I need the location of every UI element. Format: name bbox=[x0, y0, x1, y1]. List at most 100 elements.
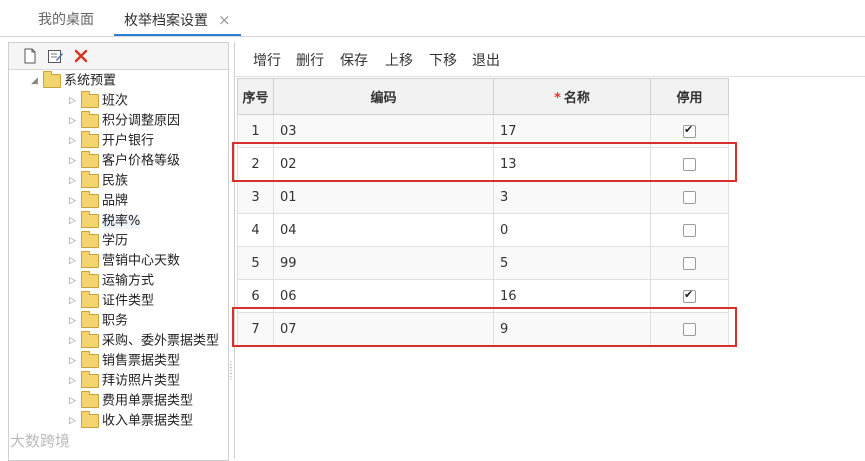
tree-node[interactable]: ▷ 收入单票据类型 bbox=[69, 411, 193, 431]
expand-triangle-icon[interactable]: ▷ bbox=[69, 191, 79, 211]
tree-node[interactable]: ▷ 证件类型 bbox=[69, 291, 154, 311]
expand-triangle-icon[interactable]: ▷ bbox=[69, 371, 79, 391]
tree-node[interactable]: ▷ 班次 bbox=[69, 91, 128, 111]
move-down-button[interactable]: 下移 bbox=[429, 50, 457, 70]
collapse-triangle-icon[interactable]: ◢ bbox=[31, 71, 41, 91]
col-header-code: 编码 bbox=[273, 78, 494, 115]
required-mark: * bbox=[554, 91, 561, 106]
folder-icon bbox=[81, 171, 99, 188]
grid-header-row: 序号 编码 * 名称 停用 bbox=[237, 78, 729, 115]
cell-code[interactable]: 04 bbox=[273, 213, 494, 247]
tab-label: 枚举档案设置 bbox=[124, 13, 208, 29]
disabled-checkbox[interactable] bbox=[683, 123, 696, 138]
expand-triangle-icon[interactable]: ▷ bbox=[69, 271, 79, 291]
cell-code[interactable]: 99 bbox=[273, 246, 494, 280]
expand-triangle-icon[interactable]: ▷ bbox=[69, 391, 79, 411]
cell-disabled bbox=[650, 246, 729, 280]
folder-icon bbox=[81, 131, 99, 148]
expand-triangle-icon[interactable]: ▷ bbox=[69, 351, 79, 371]
highlight-box-row-7 bbox=[232, 307, 737, 347]
tab-enum-archive-settings[interactable]: 枚举档案设置 × bbox=[114, 8, 241, 36]
expand-triangle-icon[interactable]: ▷ bbox=[69, 171, 79, 191]
folder-icon bbox=[81, 211, 99, 228]
table-row[interactable]: 4 04 0 bbox=[237, 213, 729, 247]
folder-icon bbox=[81, 151, 99, 168]
tab-my-desktop[interactable]: 我的桌面 bbox=[38, 8, 94, 34]
panel-splitter-handle[interactable]: ⋮ ⋮ ⋮ bbox=[227, 361, 235, 392]
cell-disabled bbox=[650, 213, 729, 247]
tree-node[interactable]: ▷ 学历 bbox=[69, 231, 128, 251]
expand-triangle-icon[interactable]: ▷ bbox=[69, 111, 79, 131]
move-up-button[interactable]: 上移 bbox=[385, 50, 413, 70]
tree-node-selected[interactable]: ▷ 税率% bbox=[69, 211, 141, 231]
folder-icon bbox=[81, 191, 99, 208]
tree-node[interactable]: ▷ 积分调整原因 bbox=[69, 111, 180, 131]
expand-triangle-icon[interactable]: ▷ bbox=[69, 411, 79, 431]
add-row-button[interactable]: 增行 bbox=[253, 50, 281, 70]
folder-icon bbox=[81, 231, 99, 248]
exit-button[interactable]: 退出 bbox=[472, 50, 500, 70]
expand-triangle-icon[interactable]: ▷ bbox=[69, 131, 79, 151]
highlight-box-row-2 bbox=[232, 142, 737, 182]
expand-triangle-icon[interactable]: ▷ bbox=[69, 251, 79, 271]
tree-node[interactable]: ▷ 客户价格等级 bbox=[69, 151, 180, 171]
col-header-name-label: 名称 bbox=[563, 91, 590, 106]
tree-node[interactable]: ▷ 采购、委外票据类型 bbox=[69, 331, 219, 351]
cell-name[interactable]: 5 bbox=[493, 246, 651, 280]
folder-icon bbox=[81, 271, 99, 288]
expand-triangle-icon[interactable]: ▷ bbox=[69, 331, 79, 351]
disabled-checkbox[interactable] bbox=[683, 256, 696, 270]
enum-grid: 序号 编码 *名称 停用 1 03 17 2 02 13 3 01 3 4 04… bbox=[237, 78, 729, 346]
edit-icon[interactable] bbox=[47, 48, 63, 64]
cell-name[interactable]: 0 bbox=[493, 213, 651, 247]
col-header-name: * 名称 bbox=[493, 78, 651, 115]
close-icon[interactable]: × bbox=[218, 11, 231, 29]
grid-toolbar: 增行 删行 保存 上移 下移 退出 bbox=[235, 42, 865, 77]
tree-node[interactable]: ▷ 职务 bbox=[69, 311, 128, 331]
grid-panel: 增行 删行 保存 上移 下移 退出 序号 编码 *名称 停用 1 03 17 2… bbox=[234, 42, 865, 459]
expand-triangle-icon[interactable]: ▷ bbox=[69, 211, 79, 231]
disabled-checkbox[interactable] bbox=[683, 190, 696, 204]
watermark: 大数跨境 bbox=[10, 432, 71, 450]
folder-icon bbox=[81, 111, 99, 128]
tree-toolbar bbox=[9, 43, 228, 70]
folder-icon bbox=[81, 391, 99, 408]
table-row[interactable]: 5 99 5 bbox=[237, 246, 729, 280]
tree-node[interactable]: ▷ 销售票据类型 bbox=[69, 351, 180, 371]
cell-code[interactable]: 01 bbox=[273, 180, 494, 214]
tree-node[interactable]: ▷ 品牌 bbox=[69, 191, 128, 211]
tree-node[interactable]: ▷ 拜访照片类型 bbox=[69, 371, 180, 391]
expand-triangle-icon[interactable]: ▷ bbox=[69, 231, 79, 251]
tree-node[interactable]: ▷ 开户银行 bbox=[69, 131, 154, 151]
expand-triangle-icon[interactable]: ▷ bbox=[69, 91, 79, 111]
disabled-checkbox[interactable] bbox=[683, 223, 696, 237]
table-row[interactable]: 3 01 3 bbox=[237, 180, 729, 214]
tree-node[interactable]: ▷ 费用单票据类型 bbox=[69, 391, 193, 411]
folder-icon bbox=[81, 311, 99, 328]
col-header-disabled: 停用 bbox=[650, 78, 729, 115]
expand-triangle-icon[interactable]: ▷ bbox=[69, 311, 79, 331]
folder-icon bbox=[81, 331, 99, 348]
save-button[interactable]: 保存 bbox=[340, 50, 368, 70]
tree-node[interactable]: ▷ 营销中心天数 bbox=[69, 251, 180, 271]
folder-open-icon bbox=[43, 71, 61, 88]
folder-icon bbox=[81, 351, 99, 368]
new-file-icon[interactable] bbox=[22, 48, 38, 64]
cell-seq: 4 bbox=[237, 213, 274, 247]
tree-node[interactable]: ▷ 民族 bbox=[69, 171, 128, 191]
tree-node-root[interactable]: ◢ 系统预置 bbox=[31, 71, 116, 91]
delete-icon[interactable] bbox=[73, 48, 89, 64]
folder-icon bbox=[81, 371, 99, 388]
tab-bar: 我的桌面 枚举档案设置 × bbox=[0, 0, 865, 37]
delete-row-button[interactable]: 删行 bbox=[296, 50, 324, 70]
cell-seq: 3 bbox=[237, 180, 274, 214]
tree-panel: ◢ 系统预置 ▷ 班次 ▷ 积分调整原因 ▷ 开户银行 ▷ 客户价格等级 ▷ 民族 ▷ 品牌 … bbox=[8, 42, 229, 461]
folder-icon bbox=[81, 291, 99, 308]
disabled-checkbox[interactable] bbox=[683, 288, 696, 303]
folder-icon bbox=[81, 251, 99, 268]
folder-icon bbox=[81, 91, 99, 108]
tree-node[interactable]: ▷ 运输方式 bbox=[69, 271, 154, 291]
expand-triangle-icon[interactable]: ▷ bbox=[69, 291, 79, 311]
expand-triangle-icon[interactable]: ▷ bbox=[69, 151, 79, 171]
cell-name[interactable]: 3 bbox=[493, 180, 651, 214]
